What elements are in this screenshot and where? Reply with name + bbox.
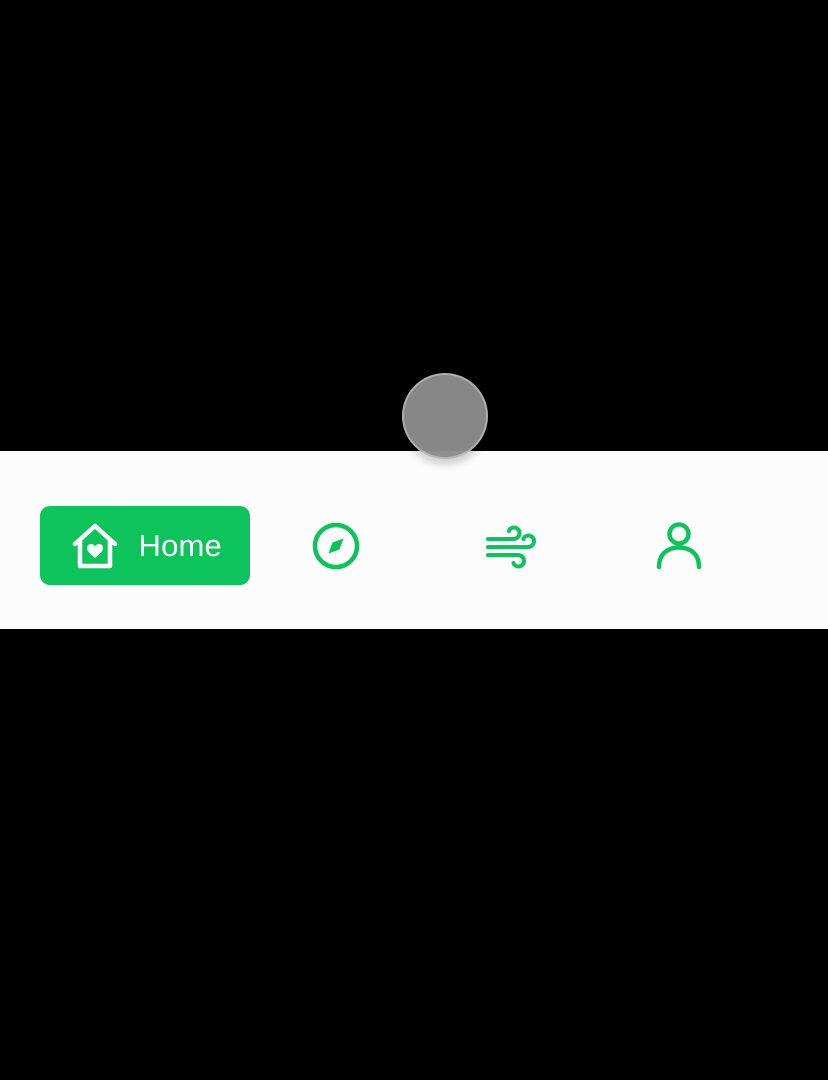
wind-icon (485, 520, 537, 572)
touch-indicator (402, 373, 488, 459)
app-screen: Home (0, 0, 828, 1080)
nav-label-home: Home (138, 528, 222, 563)
nav-item-profile[interactable] (639, 506, 719, 585)
bottom-navigation-bar: Home (0, 451, 828, 629)
user-icon (654, 520, 704, 572)
compass-icon (310, 520, 362, 572)
nav-item-explore[interactable] (296, 506, 376, 585)
nav-item-home[interactable]: Home (40, 506, 250, 585)
home-heart-icon (70, 522, 120, 570)
nav-item-wind[interactable] (471, 506, 551, 585)
